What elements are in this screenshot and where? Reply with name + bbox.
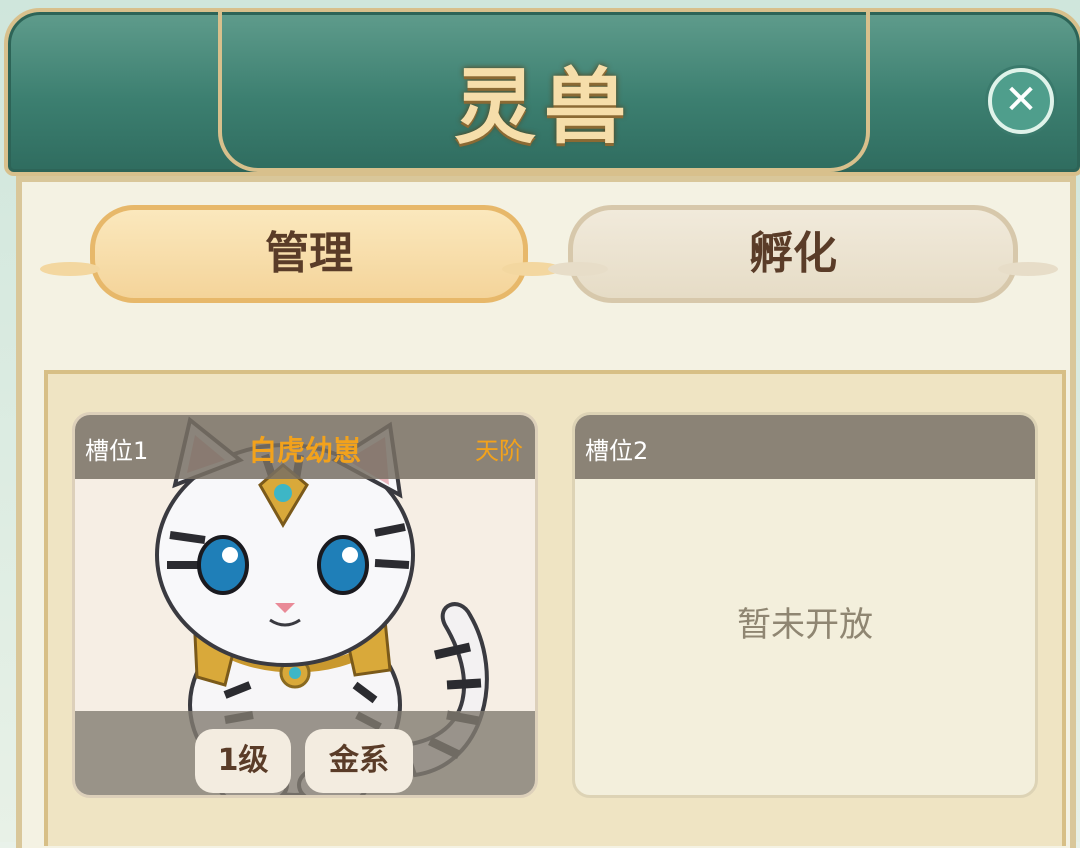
- tab-manage-label: 管理: [265, 228, 353, 279]
- title-banner: 灵兽: [4, 8, 1080, 176]
- pet-level-badge: 1级: [195, 729, 291, 793]
- pet-element-badge: 金系: [305, 729, 413, 793]
- slot-1-card[interactable]: 槽位1 白虎幼崽 天阶 1级 金系: [72, 412, 538, 798]
- slot-2-status: 暂未开放: [737, 605, 873, 645]
- pet-rank: 天阶: [475, 437, 523, 465]
- close-button[interactable]: ✕: [988, 68, 1054, 134]
- tab-hatch[interactable]: 孵化: [568, 205, 1018, 303]
- tab-ornament-left: [40, 262, 100, 276]
- slot-2-label: 槽位2: [585, 437, 649, 465]
- slot-2-card[interactable]: 槽位2 暂未开放: [572, 412, 1038, 798]
- window-title: 灵兽: [453, 60, 634, 155]
- pet-name: 白虎幼崽: [248, 434, 361, 467]
- tab-ornament-left-2: [548, 262, 608, 276]
- close-icon: ✕: [1004, 77, 1038, 123]
- tab-hatch-label: 孵化: [749, 228, 837, 279]
- tab-manage[interactable]: 管理: [90, 205, 528, 303]
- tab-ornament-right-2: [998, 262, 1058, 276]
